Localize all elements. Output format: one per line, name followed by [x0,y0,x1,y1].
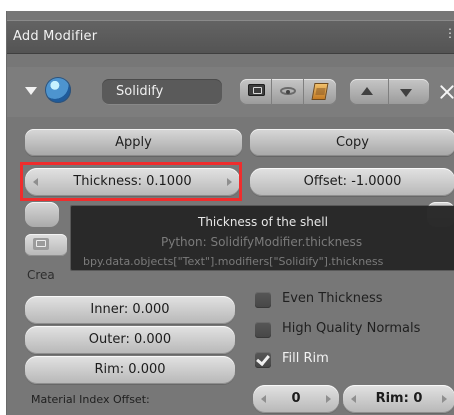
material-index-label: Material Index Offset: [31,393,150,406]
vertex-group-button[interactable] [25,234,67,256]
view-toggle-button[interactable] [272,79,304,105]
material-rim-field[interactable]: Rim: 0 [343,385,454,413]
apply-button[interactable]: Apply [25,129,242,156]
screenshot-frame: Add Modifier ⋮ Solidify Apply Copy Thick… [0,0,454,415]
move-down-button[interactable] [389,79,429,105]
thickness-value: Thickness: 0.1000 [73,174,192,189]
tooltip-path: bpy.data.objects["Text"].modifiers["Soli… [83,255,384,268]
material-index-field[interactable]: 0 [253,385,339,413]
decrease-thickness-icon[interactable] [33,178,38,186]
close-icon[interactable] [439,84,454,100]
thickness-field[interactable]: Thickness: 0.1000 [25,168,240,196]
hidden-left-button[interactable] [25,202,59,227]
material-index-value: 0 [291,391,301,406]
add-modifier-header[interactable]: Add Modifier ⋮ [7,20,454,54]
material-increase-icon[interactable] [326,395,331,403]
order-tools [350,79,429,105]
vertex-group-icon [33,238,49,250]
visibility-tools [240,79,336,105]
modifier-row: Solidify [7,67,454,117]
modifier-panel: Add Modifier ⋮ Solidify Apply Copy Thick… [6,11,454,415]
fill-rim-label: Fill Rim [282,351,329,366]
create-section-label: Crea [27,268,55,282]
move-up-button[interactable] [350,79,389,105]
triangle-down-icon[interactable] [25,87,37,95]
rim-increase-icon[interactable] [442,395,447,403]
even-thickness-checkbox[interactable] [255,292,271,308]
rim-field[interactable]: Rim: 0.000 [25,356,235,384]
drag-handle-icon[interactable]: ⋮ [444,27,454,39]
offset-field[interactable]: Offset: -1.0000 [250,168,454,196]
offset-value: Offset: -1.0000 [303,174,402,189]
outer-field[interactable]: Outer: 0.000 [25,326,235,354]
eye-icon [280,87,296,95]
copy-button[interactable]: Copy [250,129,454,156]
high-quality-normals-label: High Quality Normals [282,321,421,336]
rim-value: Rim: 0.000 [94,362,166,377]
even-thickness-label: Even Thickness [282,291,383,306]
cage-icon [311,83,329,100]
modifier-name-field[interactable]: Solidify [102,79,222,105]
render-icon [248,84,265,96]
arrow-down-icon [400,89,412,97]
fill-rim-checkbox[interactable] [255,352,271,368]
high-quality-normals-checkbox[interactable] [255,322,271,338]
increase-thickness-icon[interactable] [227,178,232,186]
inner-value: Inner: 0.000 [90,302,170,317]
arrow-up-icon [361,87,373,95]
tooltip-python: Python: SolidifyModifier.thickness [161,235,363,249]
thickness-tooltip: Thickness of the shell Python: SolidifyM… [71,206,454,270]
rim-decrease-icon[interactable] [351,395,356,403]
render-toggle-button[interactable] [240,79,272,105]
tooltip-title: Thickness of the shell [198,215,328,229]
inner-field[interactable]: Inner: 0.000 [25,296,235,324]
header-title: Add Modifier [13,29,98,44]
outer-value: Outer: 0.000 [88,332,172,347]
material-decrease-icon[interactable] [261,395,266,403]
cage-toggle-button[interactable] [304,79,336,105]
material-rim-value: Rim: 0 [375,391,423,406]
solidify-icon [45,77,71,103]
